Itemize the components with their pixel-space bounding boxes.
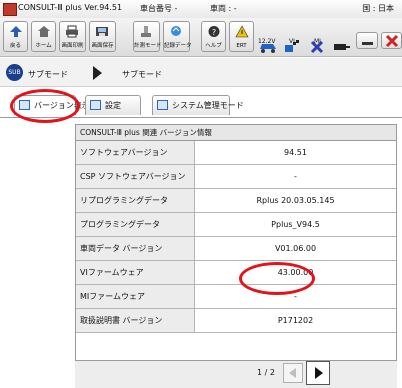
page-indicator: 1 / 2: [257, 368, 275, 377]
table-row: リプログラミングデータ Rplus 20.03.05.145: [76, 188, 396, 213]
row-label: MIファームウェア: [76, 284, 195, 309]
home-button[interactable]: ホーム: [31, 21, 56, 52]
back-arrow-icon: [10, 26, 22, 37]
version-info-panel: CONSULT-Ⅲ plus 関連 バージョン情報 ソフトウェアバージョン 94…: [75, 124, 397, 387]
back-button-label: 戻る: [9, 43, 21, 49]
minimize-button[interactable]: [356, 32, 378, 49]
home-icon: [38, 26, 50, 37]
save-screen-button-label: 画面保存: [91, 43, 114, 49]
chevron-left-icon: [289, 368, 296, 378]
row-label: 車両データ バージョン: [76, 236, 195, 261]
print-icon: [66, 25, 78, 38]
tab-bar: バージョン表示 設定 システム管理モード: [0, 87, 402, 117]
row-value: -: [194, 164, 396, 189]
voltage-label: 12.2V: [258, 38, 276, 45]
vin-label: 車台番号 -: [140, 4, 178, 13]
home-button-label: ホーム: [35, 43, 52, 49]
vi-label: VI: [289, 38, 295, 45]
close-button[interactable]: [381, 32, 402, 49]
pager-bar: [75, 360, 397, 388]
breadcrumb-item-current: サブモード: [122, 70, 162, 79]
tab-version-display-label: バージョン表示: [34, 101, 90, 110]
table-row: MIファームウェア -: [76, 284, 396, 309]
window-icon: [19, 100, 30, 110]
ert-label: ERT: [236, 43, 247, 49]
ert-button[interactable]: ERT: [229, 21, 254, 52]
row-value: Pplus_V94.5: [194, 212, 396, 237]
version-info-table: ソフトウェアバージョン 94.51 CSP ソフトウェアバージョン - リプログ…: [76, 141, 396, 333]
warning-icon: [235, 25, 249, 38]
panel-title: CONSULT-Ⅲ plus 関連 バージョン情報: [76, 125, 396, 141]
row-value: 43.00.00: [194, 260, 396, 285]
title-bar: CONSULT-Ⅲ plus Ver.94.51 車台番号 - 車両 : - 国…: [0, 0, 402, 19]
app-logo-icon: [3, 3, 17, 16]
back-button[interactable]: 戻る: [3, 21, 28, 52]
breadcrumb-arrow-icon: [93, 66, 102, 80]
svg-text:?: ?: [212, 28, 216, 37]
record-data-button[interactable]: 記録データ: [163, 21, 192, 52]
row-value: Rplus 20.03.05.145: [194, 188, 396, 213]
row-value: 94.51: [194, 141, 396, 165]
table-row: CSP ソフトウェアバージョン -: [76, 164, 396, 189]
chevron-right-icon: [315, 367, 323, 379]
save-screen-button[interactable]: 画面保存: [89, 21, 116, 52]
record-data-button-label: 記録データ: [164, 43, 192, 49]
window-icon: [157, 100, 168, 110]
table-row: 車両データ バージョン V01.06.00: [76, 236, 396, 261]
vehicle-label: 車両 : -: [210, 4, 237, 13]
measure-mode-button-label: 計測モード: [134, 43, 162, 49]
window-icon: [90, 100, 101, 110]
close-icon: [385, 34, 399, 48]
minimize-icon: [362, 42, 373, 45]
next-page-button[interactable]: [306, 361, 330, 385]
row-label: 取扱説明書 バージョン: [76, 308, 195, 333]
tab-divider: [0, 117, 402, 118]
row-label: プログラミングデータ: [76, 212, 195, 237]
row-value: V01.06.00: [194, 236, 396, 261]
table-row: ソフトウェアバージョン 94.51: [76, 141, 396, 165]
tab-system-management[interactable]: システム管理モード: [152, 95, 244, 115]
row-label: ソフトウェアバージョン: [76, 141, 195, 165]
app-title: CONSULT-Ⅲ plus Ver.94.51: [18, 3, 123, 12]
row-value: P171202: [194, 308, 396, 333]
help-button-label: ヘルプ: [205, 43, 222, 49]
print-button[interactable]: 画面印刷: [59, 21, 86, 52]
table-row: 取扱説明書 バージョン P171202: [76, 308, 396, 333]
sub-mode-icon: SUB: [6, 64, 23, 81]
cable-icon: [334, 44, 350, 50]
tab-system-management-label: システム管理モード: [172, 101, 244, 110]
breadcrumb-item-submode[interactable]: サブモード: [28, 69, 68, 80]
measure-icon: [141, 26, 151, 37]
region-label: 国 : 日本: [362, 4, 394, 13]
table-row: プログラミングデータ Pplus_V94.5: [76, 212, 396, 237]
tab-settings[interactable]: 設定: [85, 95, 141, 115]
save-screen-icon: [96, 27, 108, 36]
row-value: -: [194, 284, 396, 309]
record-data-icon: [171, 26, 181, 36]
mi-label: MI: [314, 38, 321, 45]
row-label: CSP ソフトウェアバージョン: [76, 164, 195, 189]
tab-settings-label: 設定: [105, 101, 121, 110]
toolbar: 戻る ホーム 画面印刷 画面保存 計測モード 記録データ ? ヘルプ ERT 1…: [0, 18, 402, 57]
help-button[interactable]: ? ヘルプ: [201, 21, 226, 52]
row-label: VIファームウェア: [76, 260, 195, 285]
help-icon: ?: [208, 26, 220, 37]
measure-mode-button[interactable]: 計測モード: [133, 21, 162, 52]
print-button-label: 画面印刷: [61, 43, 84, 49]
prev-page-button[interactable]: [283, 363, 303, 383]
table-row: VIファームウェア 43.00.00: [76, 260, 396, 285]
tab-version-display[interactable]: バージョン表示: [14, 95, 90, 115]
row-label: リプログラミングデータ: [76, 188, 195, 213]
